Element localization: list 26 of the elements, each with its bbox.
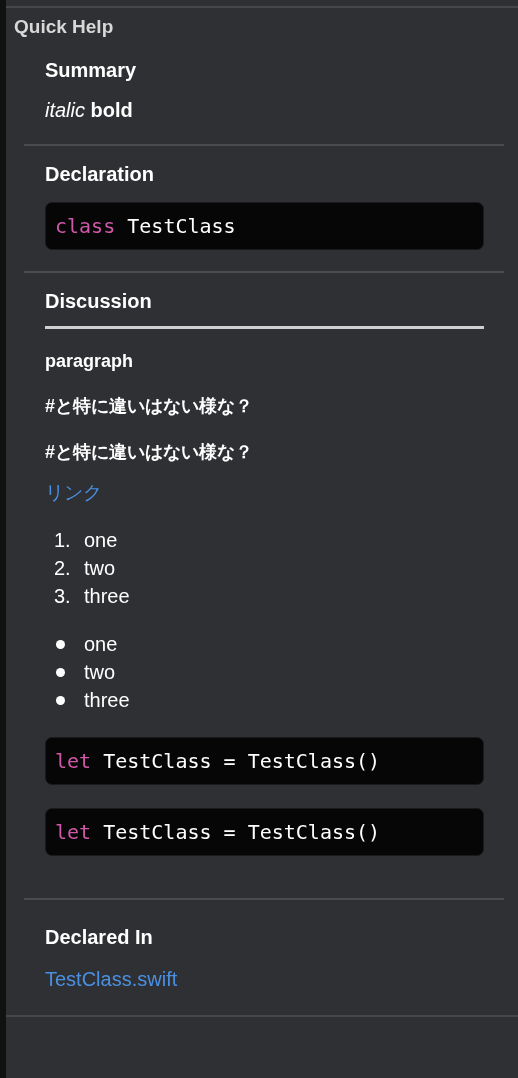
section-heading: Summary — [45, 59, 138, 83]
list-number: 2. — [54, 556, 72, 581]
discussion-heading: #と特に違いはない様な？ — [45, 395, 254, 418]
section-heading: Declaration — [45, 163, 155, 187]
list-number: 3. — [54, 584, 72, 609]
list-item: two — [84, 556, 116, 581]
list-item: one — [84, 632, 118, 657]
list-item: three — [84, 584, 130, 609]
list-number: 1. — [54, 528, 72, 553]
panel-title: Quick Help — [13, 15, 115, 39]
discussion-heading: #と特に違いはない様な？ — [45, 441, 254, 464]
bullet-icon — [56, 695, 65, 705]
section-heading: Declared In — [45, 926, 154, 950]
section-heading: Discussion — [45, 290, 484, 329]
code-block: let TestClass = TestClass() — [45, 737, 484, 785]
bullet-icon — [56, 667, 65, 677]
list-item: one — [84, 528, 118, 553]
file-link[interactable]: TestClass.swift — [45, 968, 484, 991]
list-item: three — [84, 688, 130, 713]
list-item: two — [84, 660, 116, 685]
summary-text: italic bold — [45, 99, 134, 122]
discussion-heading: paragraph — [45, 351, 135, 372]
discussion-link[interactable]: リンク — [45, 480, 484, 506]
code-block: let TestClass = TestClass() — [45, 808, 484, 856]
bullet-icon — [56, 639, 65, 649]
code-block: class TestClass — [45, 202, 484, 250]
